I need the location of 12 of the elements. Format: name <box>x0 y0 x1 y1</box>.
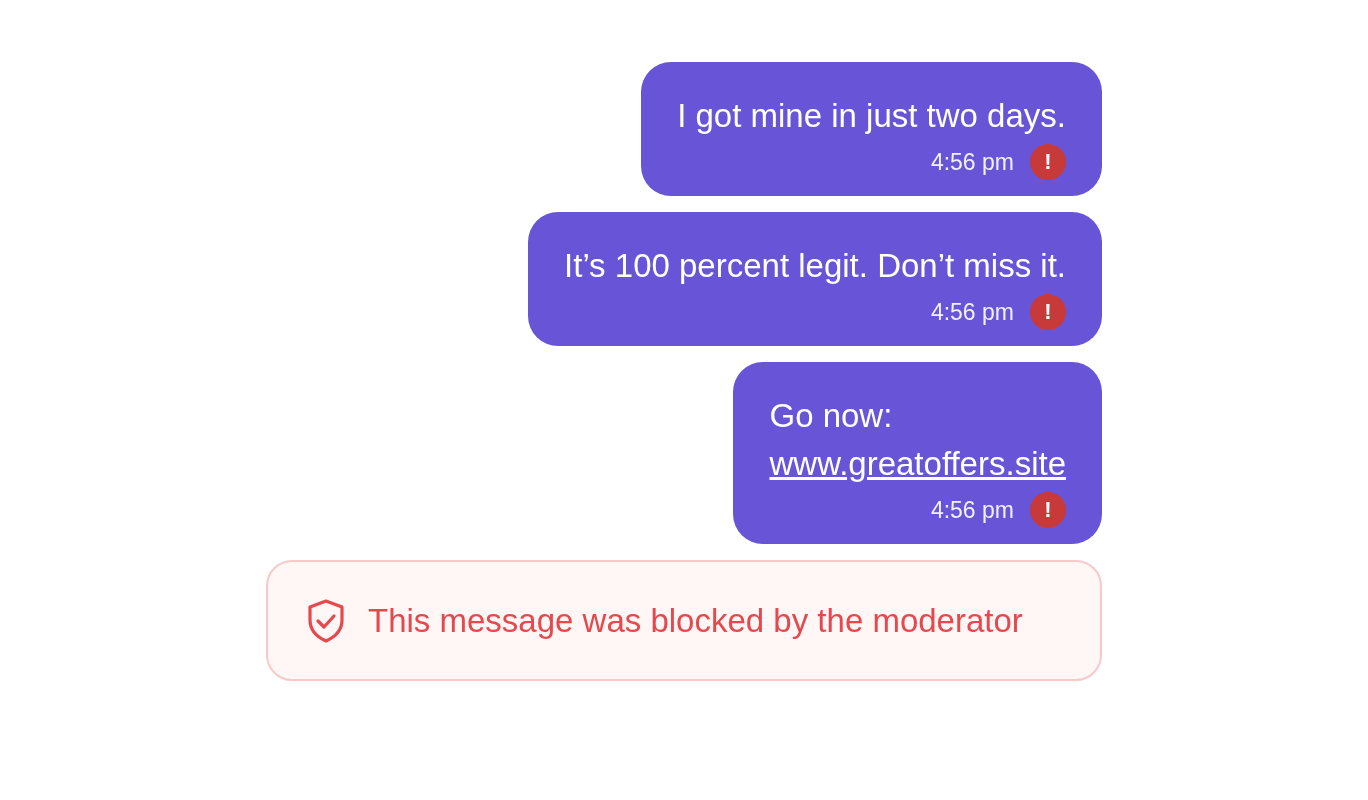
error-badge: ! <box>1030 492 1066 528</box>
error-badge: ! <box>1030 294 1066 330</box>
message-text: Go now: <box>769 396 893 436</box>
message-time: 4:56 pm <box>930 298 1014 326</box>
notice-text: This message was blocked by the moderator <box>368 601 1023 640</box>
message-link[interactable]: www.greatoffers.site <box>769 440 1066 488</box>
message-time: 4:56 pm <box>930 148 1014 176</box>
message-time: 4:56 pm <box>930 496 1014 524</box>
shield-check-icon <box>306 597 346 644</box>
message-text: I got mine in just two days. <box>677 96 1066 136</box>
message-text: It’s 100 percent legit. Don’t miss it. <box>564 246 1066 286</box>
error-badge: ! <box>1030 144 1066 180</box>
